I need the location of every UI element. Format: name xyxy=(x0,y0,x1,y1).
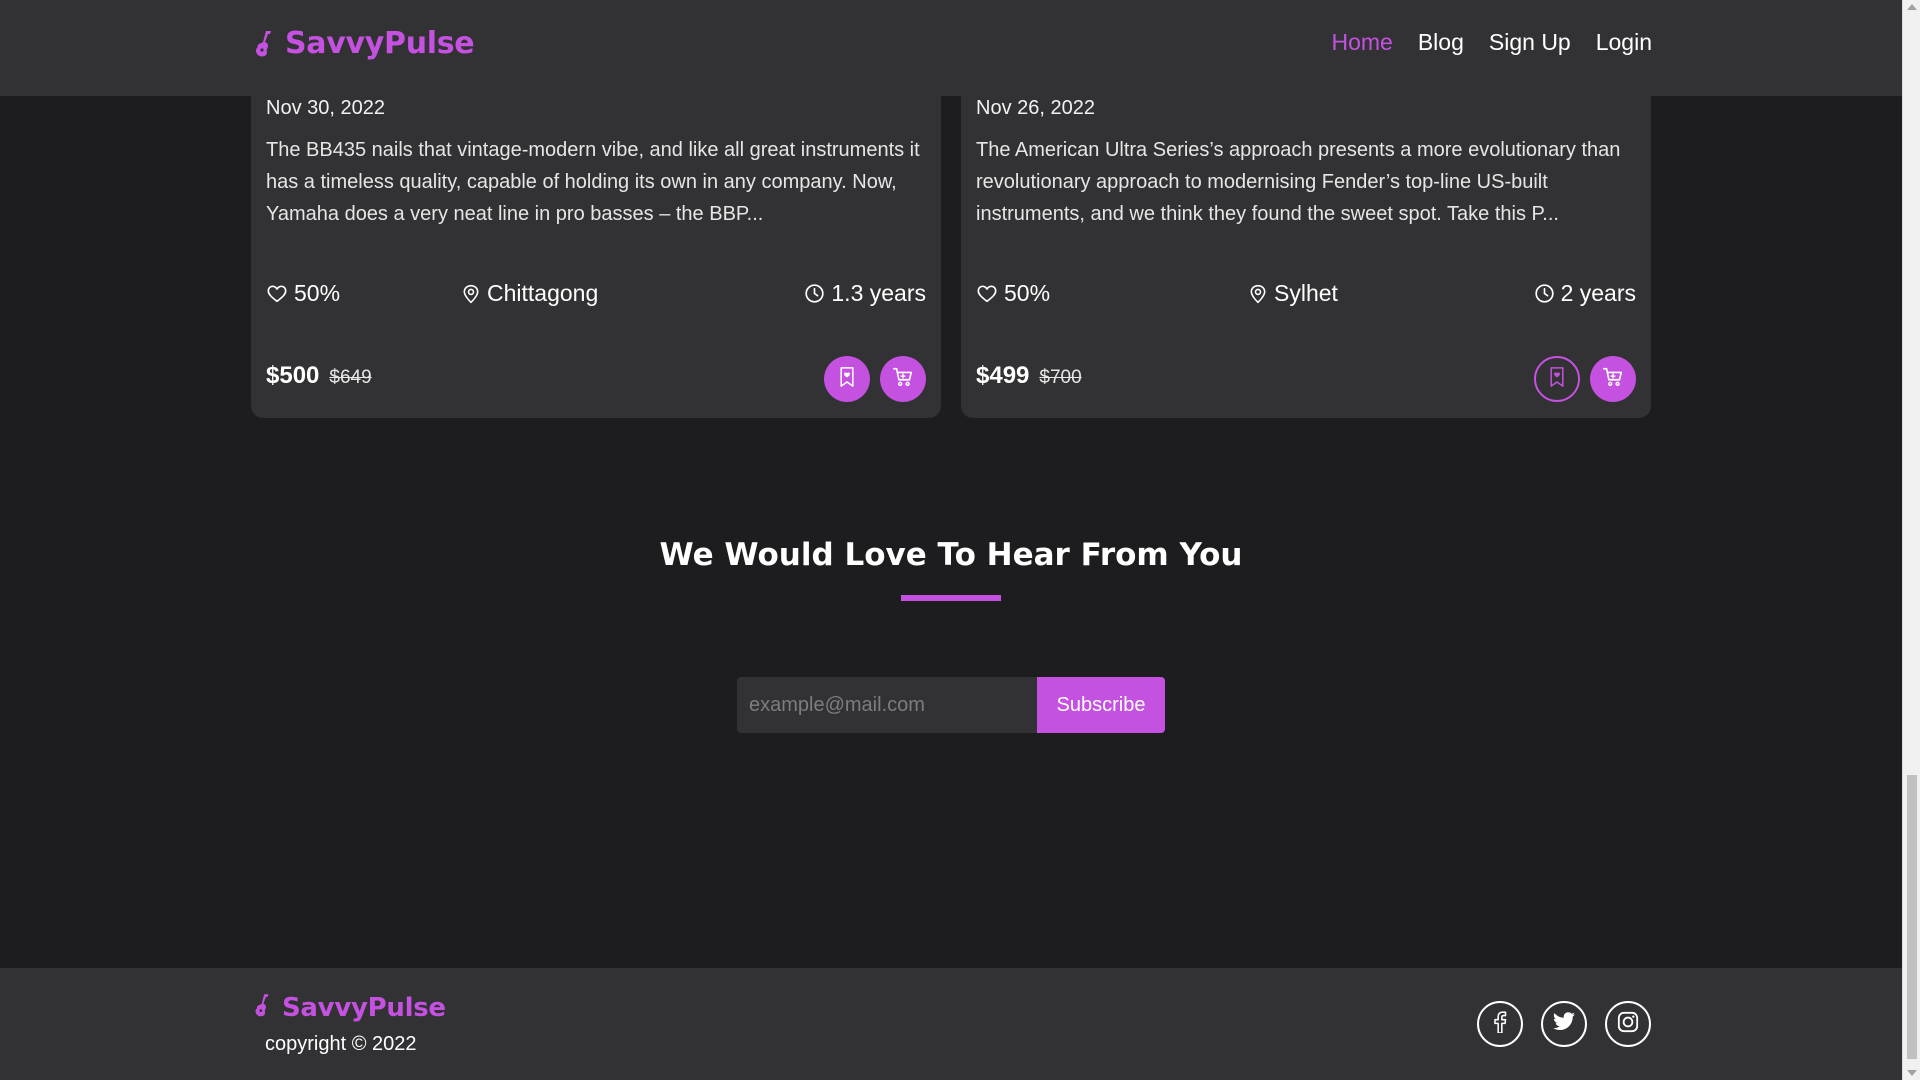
title-underline xyxy=(901,595,1001,601)
original-price: $649 xyxy=(329,367,372,388)
original-price: $700 xyxy=(1039,367,1082,388)
product-card: Nov 30, 2022 The BB435 nails that vintag… xyxy=(251,60,941,418)
footer-brand[interactable]: SavvyPulse xyxy=(253,993,446,1023)
footer: SavvyPulse copyright © 2022 xyxy=(0,968,1902,1080)
nav-home[interactable]: Home xyxy=(1331,29,1392,56)
page-scrollbar[interactable] xyxy=(1902,0,1920,1080)
product-meta: 50% Sylhet 2 years xyxy=(976,280,1636,310)
price-block: $499 $700 xyxy=(976,362,1082,390)
brand-logo[interactable]: SavvyPulse xyxy=(253,26,475,61)
nav-login[interactable]: Login xyxy=(1596,29,1652,56)
scroll-down-arrow-icon[interactable] xyxy=(1907,1070,1917,1076)
card-actions xyxy=(1534,356,1636,402)
likes-value: 50% xyxy=(1004,280,1051,306)
likes-stat: 50% xyxy=(976,280,1050,307)
social-links xyxy=(1477,1001,1651,1047)
facebook-link[interactable] xyxy=(1477,1001,1523,1047)
price-block: $500 $649 xyxy=(266,362,372,390)
facebook-icon xyxy=(1493,1010,1507,1038)
heart-icon xyxy=(976,283,998,305)
post-date: Nov 26, 2022 xyxy=(976,97,1095,119)
usage-value: 2 years xyxy=(1560,280,1636,306)
product-card: Nov 26, 2022 The American Ultra Series’s… xyxy=(961,60,1651,418)
location-pin-icon xyxy=(461,283,481,305)
nav-blog[interactable]: Blog xyxy=(1418,29,1464,56)
clock-icon xyxy=(804,283,825,304)
likes-stat: 50% xyxy=(266,280,340,307)
product-description: The American Ultra Series’s approach pre… xyxy=(976,139,1621,225)
scrollbar-thumb[interactable] xyxy=(1907,775,1917,1059)
subscribe-form: Subscribe xyxy=(737,677,1165,733)
product-meta: 50% Chittagong 1.3 years xyxy=(266,280,926,310)
clock-icon xyxy=(1534,283,1555,304)
likes-value: 50% xyxy=(294,280,341,306)
footer-brand-name: SavvyPulse xyxy=(282,993,446,1023)
main-nav: Home Blog Sign Up Login xyxy=(1331,29,1652,56)
instagram-link[interactable] xyxy=(1605,1001,1651,1047)
location-stat: Chittagong xyxy=(461,280,598,307)
bookmark-button[interactable] xyxy=(1534,356,1580,402)
current-price: $499 xyxy=(976,362,1030,389)
location-pin-icon xyxy=(1248,283,1268,305)
card-actions xyxy=(824,356,926,402)
location-stat: Sylhet xyxy=(1248,280,1338,307)
guitar-icon xyxy=(253,30,275,58)
navbar: SavvyPulse Home Blog Sign Up Login xyxy=(0,0,1902,96)
location-value: Chittagong xyxy=(487,280,599,306)
twitter-icon xyxy=(1552,1011,1576,1037)
email-input[interactable] xyxy=(737,677,1037,733)
location-value: Sylhet xyxy=(1274,280,1338,306)
cart-icon xyxy=(892,366,914,393)
nav-sign-up[interactable]: Sign Up xyxy=(1489,29,1571,56)
product-description: The BB435 nails that vintage-modern vibe… xyxy=(266,139,920,225)
twitter-link[interactable] xyxy=(1541,1001,1587,1047)
current-price: $500 xyxy=(266,362,320,389)
heart-icon xyxy=(266,283,288,305)
brand-name: SavvyPulse xyxy=(285,26,475,61)
scroll-up-arrow-icon[interactable] xyxy=(1907,4,1917,10)
cart-icon xyxy=(1602,366,1624,393)
bookmark-button[interactable] xyxy=(824,356,870,402)
guitar-icon xyxy=(253,993,272,1023)
usage-value: 1.3 years xyxy=(831,280,926,306)
usage-stat: 1.3 years xyxy=(804,280,926,307)
contact-title: We Would Love To Hear From You xyxy=(659,537,1243,573)
copyright-text: copyright © 2022 xyxy=(265,1033,417,1055)
bookmark-icon xyxy=(837,366,857,393)
instagram-icon xyxy=(1617,1011,1639,1038)
add-to-cart-button[interactable] xyxy=(1590,356,1636,402)
subscribe-button[interactable]: Subscribe xyxy=(1037,677,1165,733)
post-date: Nov 30, 2022 xyxy=(266,97,385,119)
add-to-cart-button[interactable] xyxy=(880,356,926,402)
bookmark-icon xyxy=(1547,366,1567,393)
usage-stat: 2 years xyxy=(1534,280,1636,307)
